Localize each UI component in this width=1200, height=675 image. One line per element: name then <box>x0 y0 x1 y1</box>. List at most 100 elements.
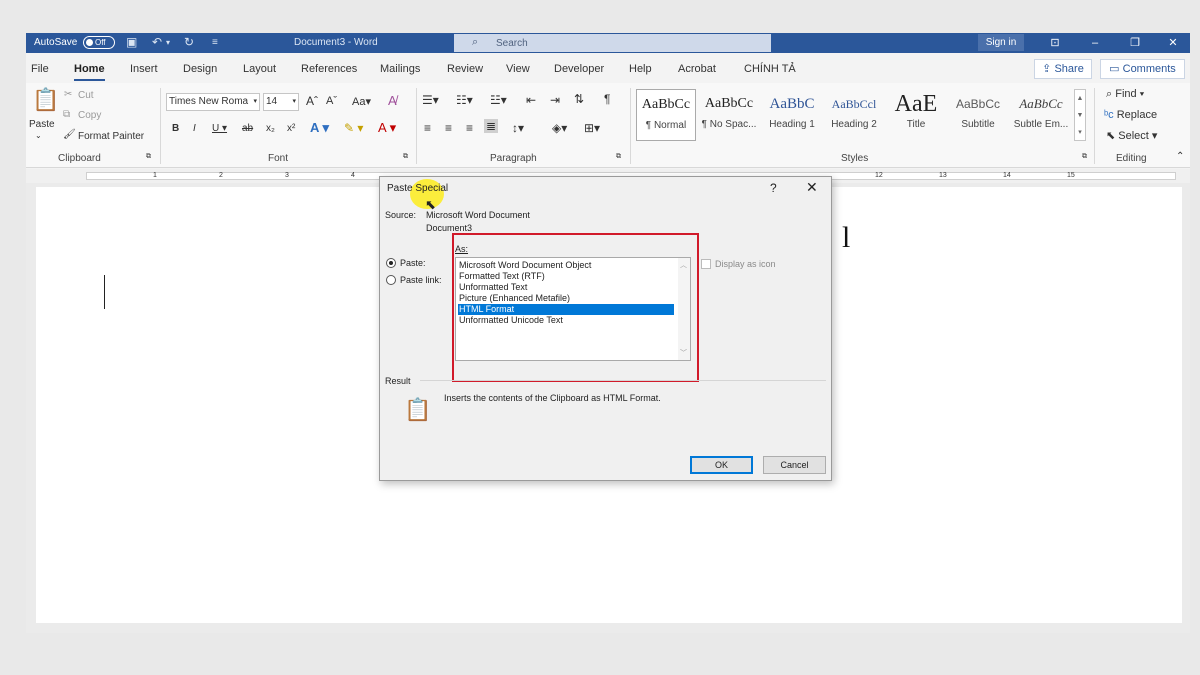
cut-label[interactable]: Cut <box>78 90 94 101</box>
ruler-number: 1 <box>153 172 157 179</box>
comments-label: Comments <box>1122 63 1176 75</box>
grow-font-icon[interactable]: Aˆ <box>306 94 318 108</box>
copy-icon[interactable]: ⧉ <box>63 109 70 120</box>
cancel-button[interactable]: Cancel <box>763 456 826 474</box>
center-icon[interactable]: ≡ <box>445 121 452 135</box>
clear-formatting-icon[interactable]: A̸ <box>388 93 397 108</box>
superscript-icon[interactable]: x² <box>287 123 295 134</box>
font-name-combo[interactable]: Times New Roma ▾ <box>166 93 260 111</box>
underline-icon[interactable]: U ▾ <box>212 123 227 134</box>
ribbon-display-icon[interactable]: ⊡ <box>1040 33 1070 53</box>
save-icon[interactable]: ▣ <box>126 35 137 49</box>
subscript-icon[interactable]: x₂ <box>266 123 275 134</box>
paste-icon[interactable]: 📋 <box>32 87 59 113</box>
align-left-icon[interactable]: ≡ <box>424 121 431 135</box>
increase-indent-icon[interactable]: ⇥ <box>550 93 560 107</box>
font-launcher-icon[interactable]: ⧉ <box>403 153 408 161</box>
tab-mailings[interactable]: Mailings <box>380 63 420 75</box>
text-effects-icon[interactable]: A ▾ <box>310 120 329 136</box>
ok-button[interactable]: OK <box>690 456 753 474</box>
multilevel-list-icon[interactable]: ☳▾ <box>490 93 507 107</box>
document-title: Document3 - Word <box>294 37 378 48</box>
close-window-icon[interactable]: ✕ <box>1158 33 1188 53</box>
search-box[interactable]: ⌕ Search <box>454 34 771 52</box>
tab-review[interactable]: Review <box>447 63 483 75</box>
justify-icon[interactable]: ≣ <box>484 119 499 133</box>
tab-insert[interactable]: Insert <box>130 63 158 75</box>
tab-layout[interactable]: Layout <box>243 63 276 75</box>
style-normal[interactable]: AaBbCc ¶ Normal <box>636 89 696 141</box>
tab-home[interactable]: Home <box>74 63 105 81</box>
paste-label[interactable]: Paste <box>29 119 55 130</box>
align-right-icon[interactable]: ≡ <box>466 121 473 135</box>
italic-icon[interactable]: I <box>193 123 196 134</box>
style-preview: AaBbCcl <box>831 97 877 111</box>
customize-qat-icon[interactable]: ≡ <box>212 37 218 48</box>
line-spacing-icon[interactable]: ↕▾ <box>512 121 524 135</box>
styles-launcher-icon[interactable]: ⧉ <box>1082 153 1087 161</box>
paste-radio[interactable] <box>386 258 396 268</box>
show-formatting-marks-icon[interactable]: ¶ <box>604 92 610 106</box>
font-color-icon[interactable]: A ▾ <box>378 120 396 136</box>
tab-developer[interactable]: Developer <box>554 63 604 75</box>
tab-chinh-ta[interactable]: CHÍNH TẢ <box>744 63 796 75</box>
style-title[interactable]: AaE Title <box>886 89 946 141</box>
style-no-spacing[interactable]: AaBbCc ¶ No Spac... <box>698 89 760 141</box>
comments-button[interactable]: ▭ Comments <box>1100 59 1185 79</box>
sign-in-button[interactable]: Sign in <box>978 34 1024 51</box>
style-heading-1[interactable]: AaBbC Heading 1 <box>762 89 822 141</box>
result-label: Result <box>385 376 411 386</box>
numbering-icon[interactable]: ☷▾ <box>456 93 473 107</box>
bold-icon[interactable]: B <box>172 123 179 134</box>
style-subtitle[interactable]: AaBbCc Subtitle <box>948 89 1008 141</box>
display-as-icon-label[interactable]: Display as icon <box>715 259 776 269</box>
undo-icon[interactable]: ↶ <box>152 35 162 49</box>
change-case-icon[interactable]: Aa▾ <box>352 95 371 108</box>
tab-acrobat[interactable]: Acrobat <box>678 63 716 75</box>
tab-help[interactable]: Help <box>629 63 652 75</box>
paste-dropdown-icon[interactable]: ⌄ <box>35 131 42 140</box>
borders-icon[interactable]: ⊞▾ <box>584 121 600 135</box>
sort-icon[interactable]: ⇅ <box>574 92 584 106</box>
decrease-indent-icon[interactable]: ⇤ <box>526 93 536 107</box>
find-button[interactable]: ⌕ Find ▾ <box>1106 88 1144 101</box>
styles-gallery-scroll[interactable]: ▲ ▼ ▾ <box>1074 89 1086 141</box>
help-button[interactable]: ? <box>770 181 777 195</box>
strikethrough-icon[interactable]: ab <box>242 123 253 134</box>
format-painter-label[interactable]: Format Painter <box>78 131 144 142</box>
collapse-ribbon-icon[interactable]: ⌃ <box>1176 151 1184 162</box>
tab-file[interactable]: File <box>31 63 49 75</box>
copy-label[interactable]: Copy <box>78 110 101 121</box>
restore-icon[interactable]: ❐ <box>1120 33 1150 53</box>
share-button[interactable]: ⇪ Share <box>1034 59 1092 79</box>
highlight-color-icon[interactable]: ✎ ▾ <box>344 121 363 135</box>
bullets-icon[interactable]: ☰▾ <box>422 93 439 107</box>
tab-design[interactable]: Design <box>183 63 217 75</box>
divider <box>1094 88 1095 164</box>
style-name: Subtitle <box>961 119 995 130</box>
select-button[interactable]: ⬉ Select ▾ <box>1106 129 1157 142</box>
style-subtle-emphasis[interactable]: AaBbCc Subtle Em... <box>1010 89 1072 141</box>
shading-icon[interactable]: ◈▾ <box>552 121 567 135</box>
redo-icon[interactable]: ↻ <box>184 35 194 49</box>
paste-radio-label[interactable]: Paste: <box>400 258 426 268</box>
cut-icon[interactable]: ✂ <box>64 89 72 100</box>
tab-references[interactable]: References <box>301 63 357 75</box>
font-name-dropdown-icon: ▾ <box>253 98 257 105</box>
tab-view[interactable]: View <box>506 63 530 75</box>
clipboard-launcher-icon[interactable]: ⧉ <box>146 153 151 161</box>
shrink-font-icon[interactable]: Aˇ <box>326 95 337 107</box>
paragraph-launcher-icon[interactable]: ⧉ <box>616 153 621 161</box>
undo-dropdown-icon[interactable]: ▾ <box>166 38 170 47</box>
minimize-icon[interactable]: – <box>1080 33 1110 53</box>
style-heading-2[interactable]: AaBbCcl Heading 2 <box>824 89 884 141</box>
paste-link-radio-label[interactable]: Paste link: <box>400 275 442 285</box>
autosave-toggle[interactable]: Off <box>83 36 115 49</box>
close-dialog-button[interactable]: ✕ <box>806 179 818 196</box>
paste-link-radio[interactable] <box>386 275 396 285</box>
ruler-number: 12 <box>875 172 883 179</box>
format-painter-icon[interactable]: 🖌 <box>63 129 76 140</box>
display-as-icon-checkbox[interactable] <box>701 259 711 269</box>
font-size-combo[interactable]: 14 ▾ <box>263 93 299 111</box>
replace-button[interactable]: ᵇc Replace <box>1104 109 1157 121</box>
